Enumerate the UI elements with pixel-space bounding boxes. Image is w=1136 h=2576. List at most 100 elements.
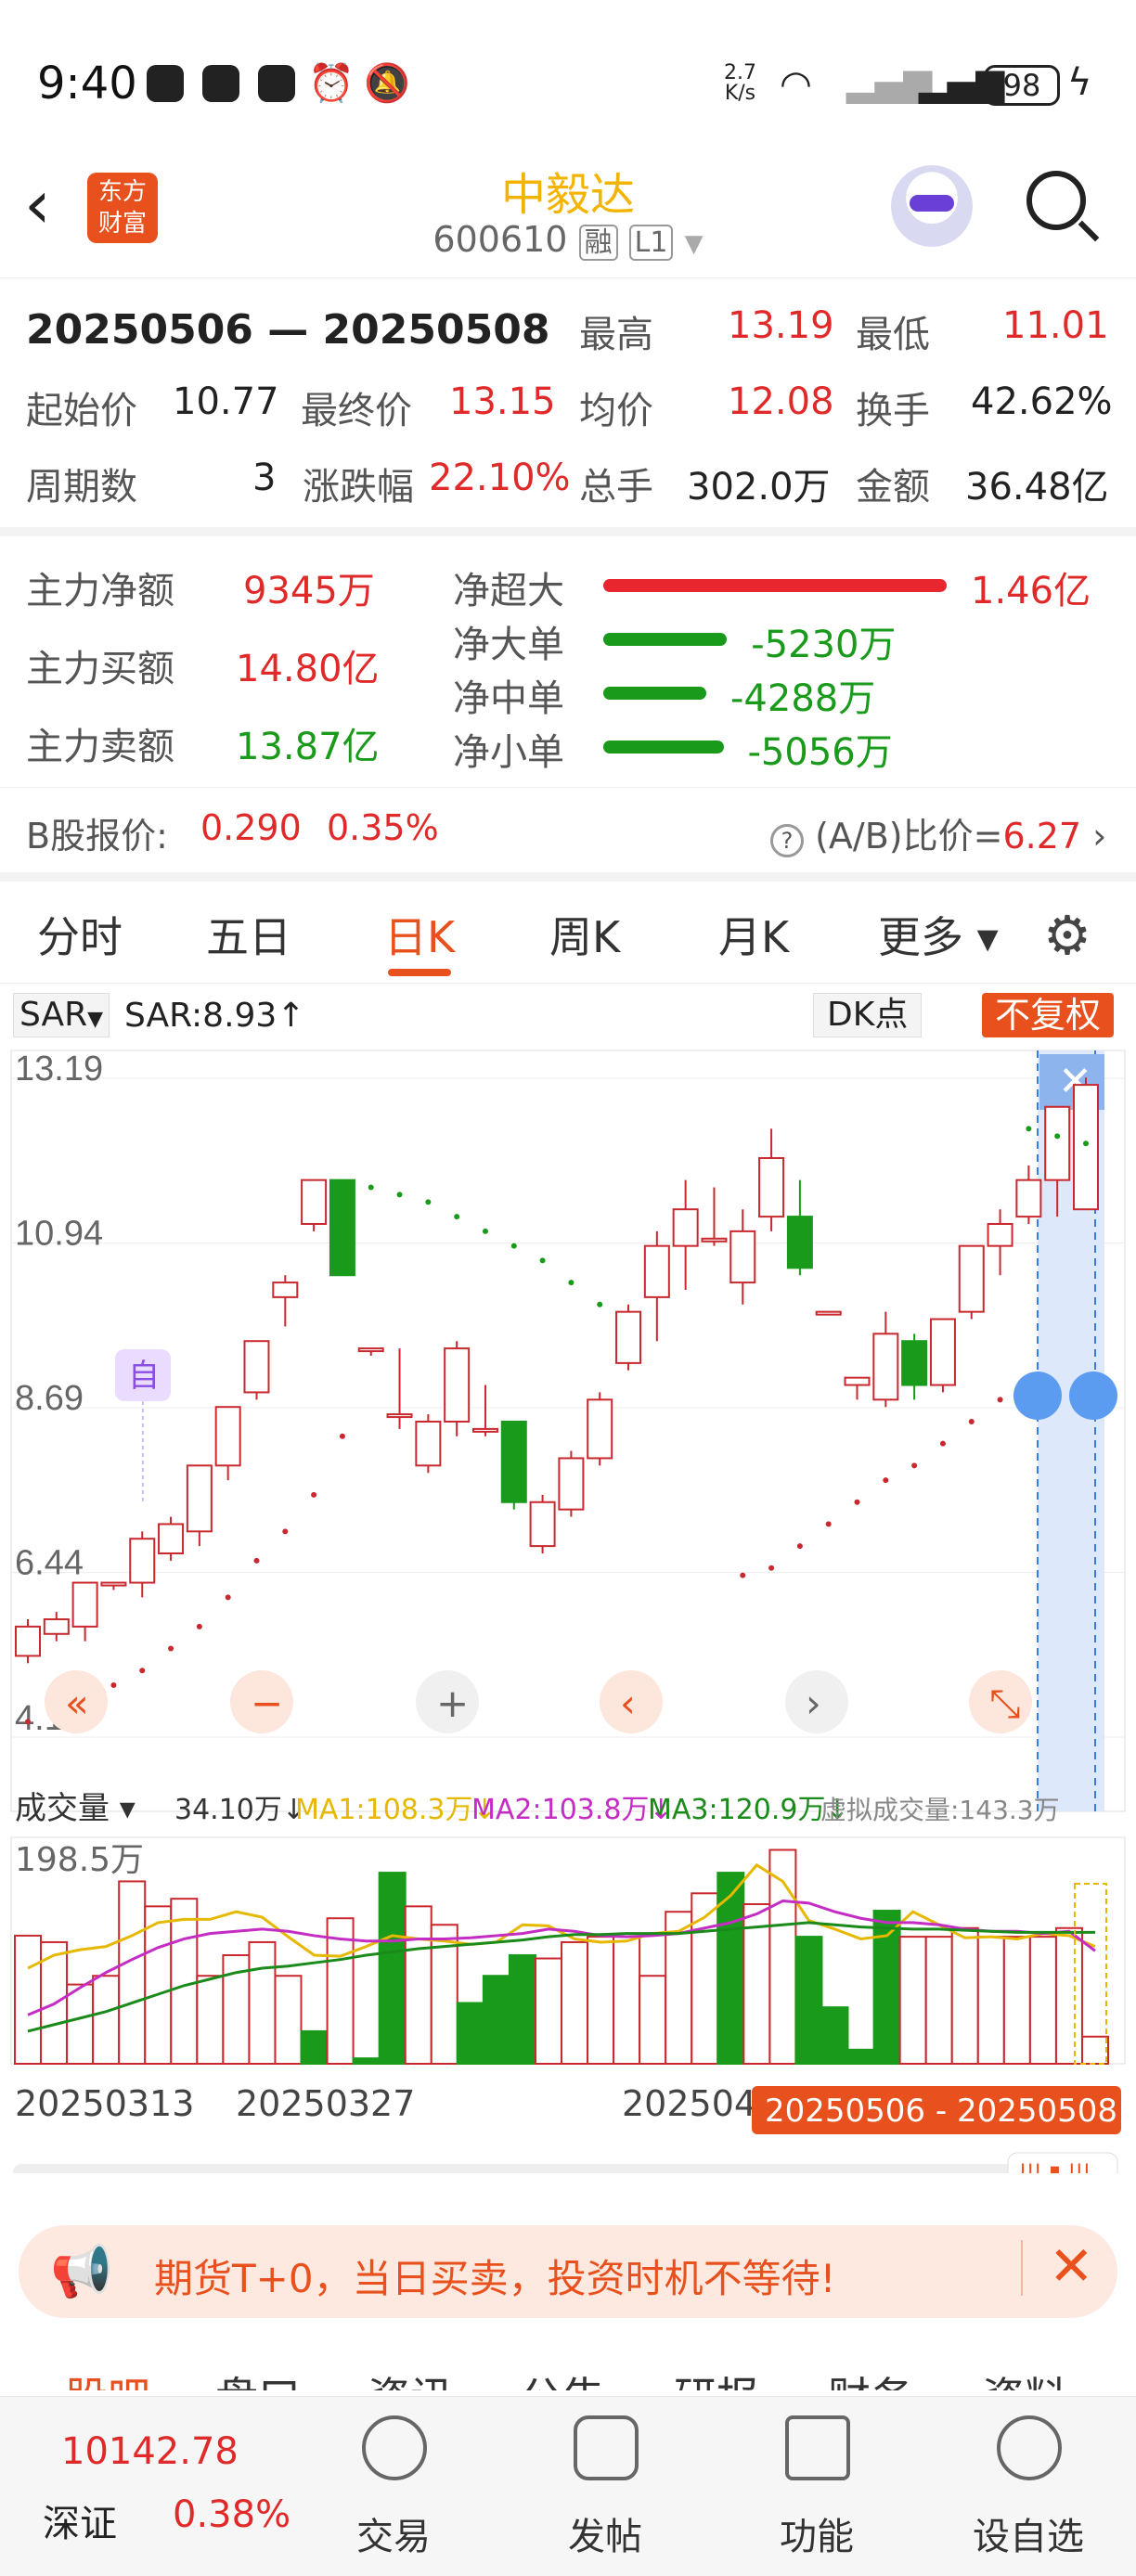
candle-body: [243, 1340, 270, 1394]
volume-bar: [1054, 1926, 1083, 2065]
tab-4[interactable]: 月K: [718, 904, 789, 965]
candle-body: [958, 1244, 985, 1313]
app-notification-icon: [147, 65, 184, 102]
sar-dot: [911, 1462, 918, 1469]
volume-bar: [508, 1954, 536, 2065]
ma3-value: MA3:120.9万↓: [648, 1794, 849, 1826]
stock-code: 600610: [432, 219, 568, 260]
kline-svg[interactable]: 13.1910.948.696.444.19✕自« − + ‹ › ⤡成交量 ▾ 34.10…: [0, 985, 1136, 2173]
y-tick-label: 10.94: [15, 1215, 103, 1254]
more-icon[interactable]: [997, 2415, 1062, 2480]
change-value: 22.10%: [429, 457, 571, 499]
sar-dot: [482, 1228, 488, 1234]
content-tab-2[interactable]: 资讯: [368, 2364, 453, 2390]
main-sell-value: 13.87亿: [236, 726, 380, 768]
stock-header: ‹ 东方 财富 中毅达 600610 融 L1 ▼: [0, 158, 1136, 278]
candle-body: [1015, 1179, 1042, 1218]
sar-dot: [311, 1491, 317, 1498]
amount-value: 36.48亿: [965, 466, 1109, 509]
sar-dot: [883, 1477, 889, 1484]
sar-dot: [282, 1528, 289, 1535]
assistant-avatar[interactable]: [891, 165, 973, 247]
search-icon[interactable]: [1026, 171, 1086, 230]
sar-dot: [396, 1191, 403, 1198]
candle-body: [100, 1581, 127, 1587]
candle-body: [43, 1617, 70, 1635]
wifi-icon: ◠: [780, 63, 812, 106]
candle-body: [500, 1420, 527, 1503]
volume-bar: [639, 1975, 667, 2065]
close-icon[interactable]: ✕: [1049, 2235, 1094, 2298]
x-axis-label: 20250327: [236, 2083, 415, 2124]
fund-row-bar: [603, 579, 947, 592]
fund-row-value: -5230万: [751, 624, 897, 666]
low-value: 11.01: [1002, 304, 1109, 347]
candle-body: [357, 1347, 384, 1353]
high-value: 13.19: [728, 304, 834, 347]
candle-body: [158, 1523, 185, 1554]
fund-row-label: 净超大: [453, 570, 564, 612]
grid-icon[interactable]: [785, 2415, 850, 2480]
promo-banner[interactable]: 📢 期货T+0，当日买卖，投资时机不等待! ✕: [19, 2225, 1117, 2318]
tab-5[interactable]: 更多 ▾: [878, 904, 999, 965]
sar-dot: [825, 1521, 832, 1527]
sar-dot: [368, 1184, 374, 1191]
bottom-bar: 10142.78 深证 0.38% 交易 发帖 功能 设自选: [0, 2396, 1136, 2576]
sar-dot: [740, 1572, 746, 1578]
sar-dot: [539, 1257, 546, 1264]
edit-icon[interactable]: [574, 2415, 639, 2480]
volume-bar: [846, 2048, 875, 2066]
content-tab-4[interactable]: 研报: [674, 2364, 759, 2390]
volume-bar: [378, 1872, 407, 2066]
volume-bar: [561, 1940, 589, 2065]
function-label[interactable]: 功能: [780, 2506, 854, 2560]
volume-bar: [92, 1975, 121, 2065]
sar-dot: [110, 1681, 117, 1688]
volume-max-label: 198.5万: [15, 1841, 144, 1879]
sar-dot: [139, 1668, 146, 1674]
tab-2[interactable]: 日K: [384, 904, 455, 965]
content-tab-5[interactable]: 财务: [828, 2364, 913, 2390]
sar-dot: [253, 1557, 260, 1564]
volume-bar: [1028, 1936, 1057, 2065]
candle-body: [701, 1237, 728, 1243]
volume-bar: [872, 1910, 901, 2066]
tab-1[interactable]: 五日: [206, 904, 291, 965]
trade-label[interactable]: 交易: [356, 2506, 431, 2560]
candle-body: [186, 1464, 213, 1533]
content-tab-1[interactable]: 盘口: [215, 2364, 301, 2390]
settings-gear-icon[interactable]: ⚙: [1043, 904, 1091, 967]
candle-body: [987, 1222, 1013, 1247]
fund-row-value: -4288万: [730, 677, 876, 720]
candle-body: [1073, 1084, 1099, 1211]
sar-dot: [768, 1565, 775, 1571]
content-tab-3[interactable]: 公告: [520, 2364, 605, 2390]
volume-bar: [1081, 2035, 1109, 2065]
tab-3[interactable]: 周K: [549, 904, 620, 965]
volume-bar: [404, 1905, 432, 2065]
post-label[interactable]: 发帖: [568, 2506, 642, 2560]
content-tab-0[interactable]: 股吧: [65, 2364, 150, 2390]
tab-0[interactable]: 分时: [37, 904, 123, 965]
range-summary: 20250506 — 20250508 最高 13.19 最低 11.01 起始…: [0, 280, 1136, 536]
volume-bar: [820, 2006, 849, 2066]
content-tab-6[interactable]: 资料: [982, 2364, 1067, 2390]
candle-body: [129, 1538, 156, 1584]
megaphone-icon: 📢: [50, 2242, 113, 2300]
add-watchlist-label[interactable]: 设自选: [973, 2506, 1084, 2560]
index-value[interactable]: 10142.78: [61, 2430, 239, 2473]
candle-body: [214, 1406, 241, 1467]
sar-dot: [510, 1243, 517, 1249]
candle-body: [71, 1581, 98, 1628]
ratio-link[interactable]: ? (A/B)比价=6.27 ›: [770, 807, 1106, 858]
volume-bar: [587, 1936, 615, 2065]
volume-bar: [352, 2057, 381, 2066]
sar-dot: [196, 1623, 202, 1629]
volume-bar: [118, 1880, 147, 2065]
chart-control-icon: ›: [806, 1681, 821, 1726]
volume-bar: [950, 1926, 979, 2065]
sar-dot: [1054, 1133, 1061, 1140]
yen-icon[interactable]: [362, 2415, 427, 2480]
kline-chart[interactable]: SAR▼ SAR:8.93↑ DK点 不复权 13.19 10.94 8.69 6.4…: [0, 985, 1136, 2173]
y-tick-label: 6.44: [15, 1544, 84, 1583]
